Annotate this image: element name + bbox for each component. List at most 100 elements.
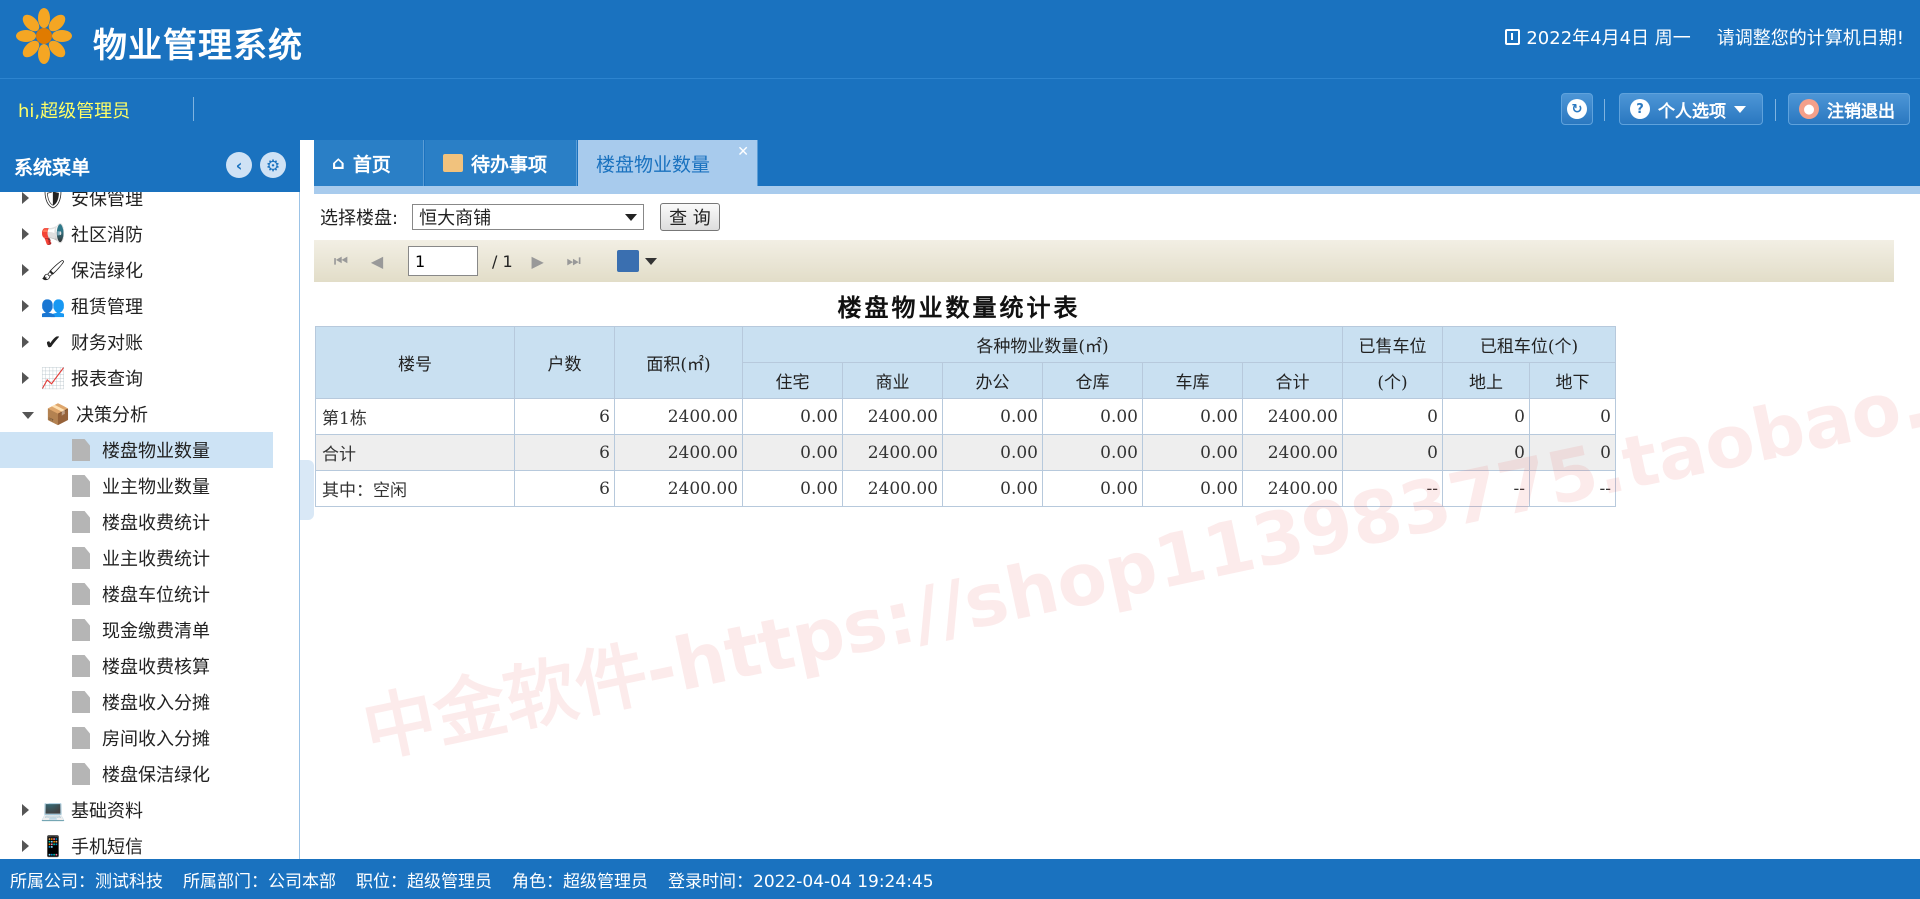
col-commercial: 商业 [842, 362, 943, 399]
footer-department: 所属部门：公司本部 [183, 871, 336, 892]
tab-todo[interactable]: 待办事项 [425, 140, 577, 186]
current-date: 2022年4月4日 周一 [1526, 28, 1691, 49]
gear-icon[interactable]: ⚙ [260, 152, 286, 178]
page-input[interactable]: 1 [408, 246, 478, 276]
building-select[interactable]: 恒大商铺 [412, 204, 645, 230]
sidebar-item[interactable]: 楼盘保洁绿化 [0, 756, 298, 792]
table-cell: 第1栋 [315, 398, 515, 435]
sidebar-item[interactable]: 现金缴费清单 [0, 612, 298, 648]
table-cell: 0.00 [942, 470, 1043, 507]
collapsed-arrow-icon[interactable] [22, 264, 29, 276]
box-icon: 📦 [45, 402, 71, 426]
col-sold-parking: 已售车位 [1342, 326, 1443, 363]
logout-label: 注销退出 [1827, 101, 1895, 122]
sidebar-item-label: 楼盘保洁绿化 [102, 765, 210, 786]
table-cell: 0.00 [1042, 398, 1143, 435]
collapsed-arrow-icon[interactable] [22, 372, 29, 384]
last-page-icon[interactable]: ⏭ [563, 251, 585, 271]
calendar-icon [1505, 29, 1521, 45]
collapsed-arrow-icon[interactable] [22, 336, 29, 348]
table-cell: 2400.00 [1242, 470, 1343, 507]
col-below: 地下 [1529, 362, 1616, 399]
phone-icon: 📱 [40, 834, 66, 858]
sidebar-item[interactable]: 楼盘收入分摊 [0, 684, 298, 720]
sidebar-header: 系统菜单 ‹ ⚙ [0, 140, 300, 192]
query-button[interactable]: 查 询 [660, 203, 720, 231]
date-message: 请调整您的计算机日期! [1716, 28, 1904, 49]
user-bar: hi,超级管理员 ↻ ? 个人选项 ● 注销退出 [0, 78, 1920, 140]
col-area: 面积(㎡) [614, 326, 743, 399]
sidebar-item[interactable]: 楼盘收费核算 [0, 648, 298, 684]
col-warehouse: 仓库 [1042, 362, 1143, 399]
table-cell: 2400.00 [614, 398, 743, 435]
footer-company: 所属公司：测试科技 [10, 871, 163, 892]
sidebar-item-label: 手机短信 [71, 837, 143, 858]
col-group-types: 各种物业数量(㎡) [742, 326, 1343, 363]
menu-tree: 🛡 安保管理 📢 社区消防 🖌 保洁绿化 👥 租赁管理 ✔ 财务对账 📈 报表查询 📦 决策分析 楼盘物业数… [0, 192, 298, 859]
collapsed-arrow-icon[interactable] [22, 300, 29, 312]
table-cell: 2400.00 [842, 434, 943, 471]
first-page-icon[interactable]: ⏮ [330, 251, 352, 271]
logout-button[interactable]: ● 注销退出 [1788, 93, 1910, 125]
table-cell: 6 [514, 470, 615, 507]
sidebar-item[interactable]: 楼盘收费统计 [0, 504, 298, 540]
home-icon: ⌂ [332, 152, 345, 174]
report-title: 楼盘物业数量统计表 [837, 293, 1081, 322]
sidebar-folder[interactable]: 💻 基础资料 [0, 792, 298, 828]
sidebar-folder[interactable]: 📦 决策分析 [0, 396, 298, 432]
table-row: 其中：空闲 6 2400.00 0.00 2400.00 0.00 0.00 0.00 2400… [315, 470, 1616, 507]
personal-options-button[interactable]: ? 个人选项 [1619, 93, 1763, 125]
collapsed-arrow-icon[interactable] [22, 804, 29, 816]
sidebar-folder[interactable]: ✔ 财务对账 [0, 324, 298, 360]
table-cell: -- [1342, 470, 1443, 507]
table-cell: 6 [514, 398, 615, 435]
collapsed-arrow-icon[interactable] [22, 192, 29, 204]
tab-home[interactable]: ⌂ 首页 [314, 140, 424, 186]
collapse-icon[interactable]: ‹ [226, 152, 252, 178]
divider [1604, 99, 1605, 121]
col-group-rented: 已租车位(个) [1442, 326, 1616, 363]
brush-icon: 🖌 [40, 258, 66, 282]
tab-property-count[interactable]: 楼盘物业数量 ✕ [578, 140, 758, 186]
chart-icon: 📈 [40, 366, 66, 390]
sidebar-folder[interactable]: 📱 手机短信 [0, 828, 298, 859]
table-cell: 2400.00 [842, 470, 943, 507]
sidebar-item-label: 业主物业数量 [102, 477, 210, 498]
sidebar-item-label: 社区消防 [71, 225, 143, 246]
table-cell: 0.00 [942, 434, 1043, 471]
sidebar-item[interactable]: 业主物业数量 [0, 468, 298, 504]
expanded-arrow-icon[interactable] [22, 411, 34, 419]
sidebar-folder[interactable]: 📈 报表查询 [0, 360, 298, 396]
sidebar-item-label: 楼盘车位统计 [102, 585, 210, 606]
personal-options-label: 个人选项 [1658, 101, 1726, 122]
chevron-down-icon[interactable] [644, 257, 657, 265]
sidebar-toggle-handle[interactable] [300, 460, 314, 520]
sidebar-folder[interactable]: 🖌 保洁绿化 [0, 252, 298, 288]
collapsed-arrow-icon[interactable] [22, 840, 29, 852]
table-cell: 0 [1342, 398, 1443, 435]
main-content: ⌂ 首页 待办事项 楼盘物业数量 ✕ 选择楼盘: 恒大商铺 查 询 ⏮ ◀ 1 … [314, 140, 1920, 859]
col-sold-unit: (个) [1342, 362, 1443, 399]
save-export-icon[interactable] [616, 250, 639, 272]
sidebar-item[interactable]: 楼盘车位统计 [0, 576, 298, 612]
sidebar-item-label: 房间收入分摊 [102, 729, 210, 750]
sidebar-folder[interactable]: 📢 社区消防 [0, 216, 298, 252]
sidebar-item[interactable]: 楼盘物业数量 [0, 432, 273, 468]
sidebar-item[interactable]: 业主收费统计 [0, 540, 298, 576]
table-cell: 0 [1529, 434, 1616, 471]
prev-page-icon[interactable]: ◀ [366, 251, 388, 271]
refresh-button[interactable]: ↻ [1561, 93, 1593, 125]
report-pager: ⏮ ◀ 1 / 1 ▶ ⏭ [314, 240, 1894, 282]
collapsed-arrow-icon[interactable] [22, 228, 29, 240]
close-icon[interactable]: ✕ [737, 144, 749, 160]
sidebar-item[interactable]: 房间收入分摊 [0, 720, 298, 756]
col-residential: 住宅 [742, 362, 843, 399]
sidebar-folder[interactable]: 👥 租赁管理 [0, 288, 298, 324]
next-page-icon[interactable]: ▶ [527, 251, 549, 271]
sidebar-folder[interactable]: 🛡 安保管理 [0, 192, 298, 216]
people-icon: 👥 [40, 294, 66, 318]
footer-role: 角色：超级管理员 [512, 871, 648, 892]
table-cell: 0 [1442, 398, 1530, 435]
divider [1775, 99, 1776, 121]
sidebar-item-label: 决策分析 [76, 405, 148, 426]
